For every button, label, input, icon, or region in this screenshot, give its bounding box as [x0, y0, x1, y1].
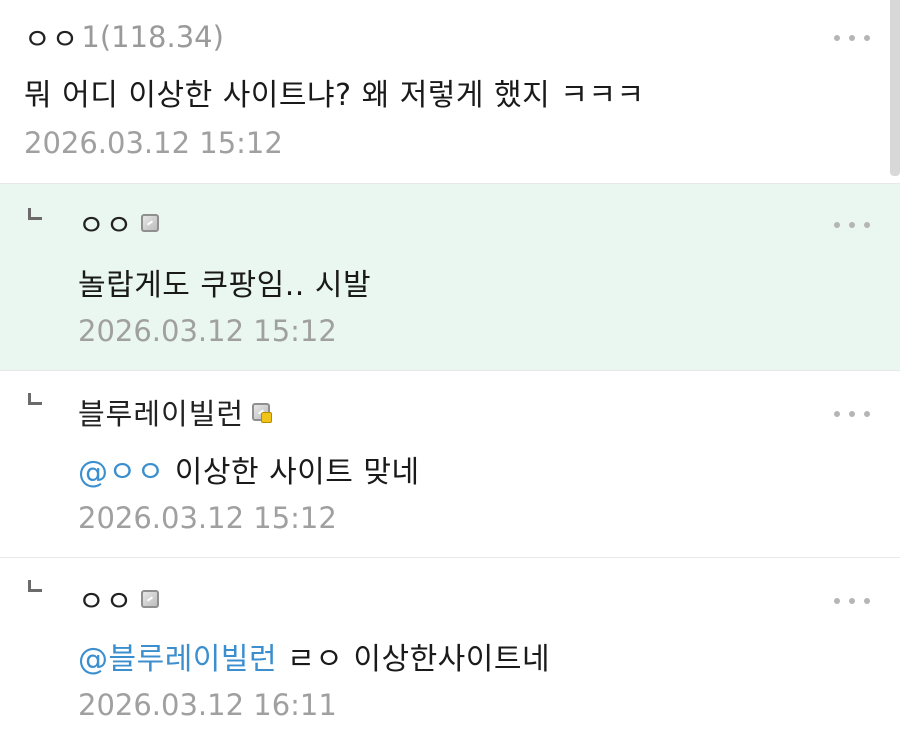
comment-timestamp: 2026.03.12 15:12: [24, 126, 283, 160]
comment-author[interactable]: ㅇㅇ: [78, 578, 133, 620]
reply-arrow-icon: [28, 208, 42, 220]
comment-item: ㅇㅇ 1(118.34) 뭐 어디 이상한 사이트냐? 왜 저렇게 했지 ㅋㅋㅋ…: [0, 0, 900, 184]
comment-author[interactable]: ㅇㅇ: [24, 16, 79, 58]
comment-list: ㅇㅇ 1(118.34) 뭐 어디 이상한 사이트냐? 왜 저렇게 했지 ㅋㅋㅋ…: [0, 0, 900, 746]
mention-link[interactable]: @블루레이빌런: [78, 642, 277, 677]
comment-author-row: ㅇㅇ: [78, 578, 160, 620]
comment-text: @ㅇㅇ 이상한 사이트 맞네: [78, 447, 420, 491]
comment-text-body: ㄹㅇ 이상한사이트네: [277, 642, 551, 677]
comment-timestamp: 2026.03.12 15:12: [78, 314, 337, 348]
mention-link[interactable]: @ㅇㅇ: [78, 455, 165, 490]
more-dots-icon[interactable]: [834, 596, 870, 606]
author-ip: 1(118.34): [81, 20, 224, 54]
reply-item: ㅇㅇ @블루레이빌런 ㄹㅇ 이상한사이트네 2026.03.12 16:11: [0, 558, 900, 746]
more-dots-icon[interactable]: [834, 33, 870, 43]
comment-author-row: 블루레이빌런: [78, 391, 273, 433]
comment-author-row: ㅇㅇ: [78, 202, 160, 244]
more-dots-icon[interactable]: [834, 409, 870, 419]
comment-text: 놀랍게도 쿠팡임.. 시발: [78, 268, 372, 303]
scrollbar[interactable]: [890, 0, 900, 176]
comment-text: @블루레이빌런 ㄹㅇ 이상한사이트네: [78, 634, 550, 678]
reply-arrow-icon: [28, 393, 42, 405]
comment-author[interactable]: 블루레이빌런: [78, 391, 244, 433]
fixed-nick-icon: [141, 590, 160, 608]
comment-author[interactable]: ㅇㅇ: [78, 202, 133, 244]
comment-timestamp: 2026.03.12 15:12: [78, 501, 337, 535]
comment-timestamp: 2026.03.12 16:11: [78, 688, 337, 722]
comment-author-row: ㅇㅇ 1(118.34): [24, 16, 224, 58]
fixed-nick-gold-icon: [252, 403, 273, 423]
fixed-nick-icon: [141, 214, 160, 232]
reply-item: 블루레이빌런 @ㅇㅇ 이상한 사이트 맞네 2026.03.12 15:12: [0, 371, 900, 558]
reply-arrow-icon: [28, 580, 42, 592]
comment-text-body: 이상한 사이트 맞네: [164, 455, 420, 490]
comment-text: 뭐 어디 이상한 사이트냐? 왜 저렇게 했지 ㅋㅋㅋ: [24, 78, 645, 113]
more-dots-icon[interactable]: [834, 220, 870, 230]
reply-item: ㅇㅇ 놀랍게도 쿠팡임.. 시발 2026.03.12 15:12: [0, 184, 900, 371]
